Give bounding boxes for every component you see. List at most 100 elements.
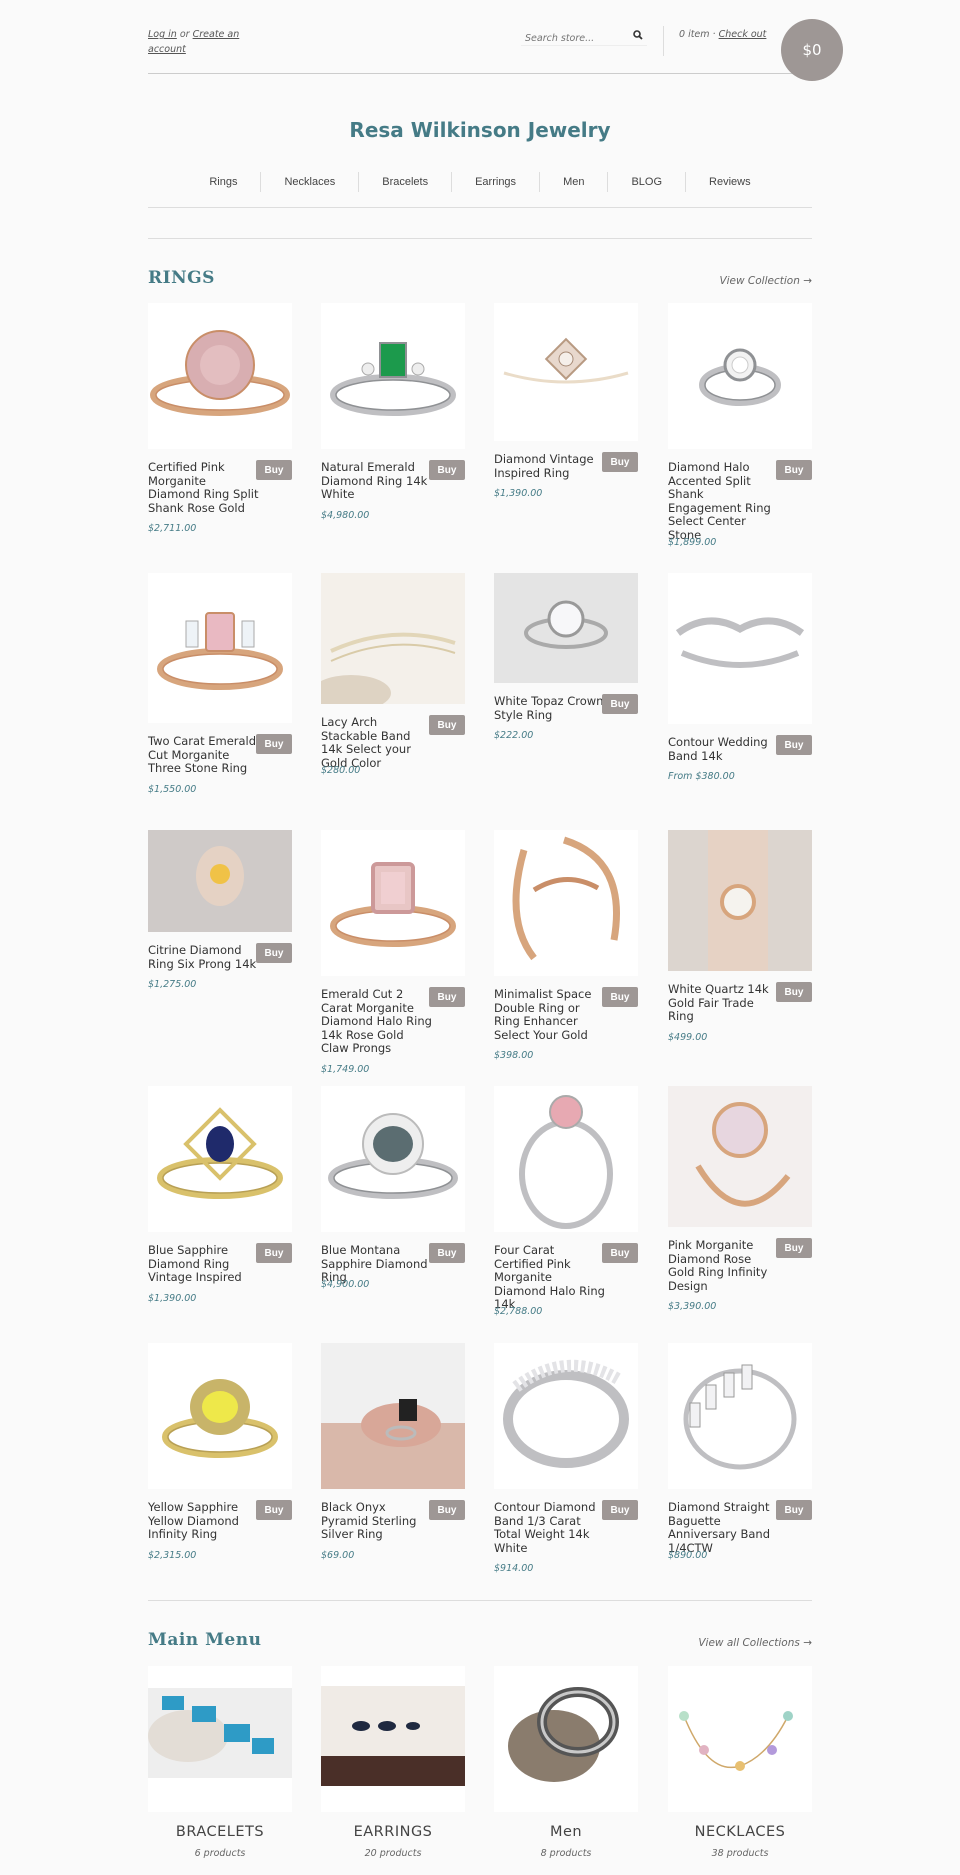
product-name[interactable]: Four Carat Certified Pink Morganite Diam…	[494, 1243, 606, 1312]
product-name[interactable]: Two Carat Emerald Cut Morganite Three St…	[148, 734, 260, 776]
product-card[interactable]: Blue Montana Sapphire Diamond Ring $4,900…	[321, 1086, 465, 1290]
nav-item-reviews[interactable]: Reviews	[686, 172, 774, 192]
product-name[interactable]: Yellow Sapphire Yellow Diamond Infinity …	[148, 1500, 260, 1542]
product-card[interactable]: Four Carat Certified Pink Morganite Diam…	[494, 1086, 638, 1317]
product-card[interactable]: Diamond Halo Accented Split Shank Engage…	[668, 303, 812, 548]
product-name[interactable]: Certified Pink Morganite Diamond Ring Sp…	[148, 460, 260, 515]
buy-button[interactable]: Buy	[776, 735, 812, 755]
product-image[interactable]	[148, 830, 292, 932]
collection-card[interactable]: BRACELETS 6 products	[148, 1666, 292, 1859]
product-image[interactable]	[148, 573, 292, 723]
collection-image[interactable]	[148, 1666, 292, 1812]
product-card[interactable]: Black Onyx Pyramid Sterling Silver Ring $…	[321, 1343, 465, 1561]
product-image[interactable]	[494, 573, 638, 683]
product-card[interactable]: Citrine Diamond Ring Six Prong 14k $1,275…	[148, 830, 292, 990]
collection-card[interactable]: NECKLACES 38 products	[668, 1666, 812, 1859]
collection-name[interactable]: BRACELETS	[148, 1824, 292, 1840]
search-icon[interactable]	[633, 30, 643, 40]
cart-total-button[interactable]: $0	[781, 19, 843, 81]
nav-item-necklaces[interactable]: Necklaces	[261, 172, 360, 192]
buy-button[interactable]: Buy	[256, 460, 292, 480]
buy-button[interactable]: Buy	[256, 943, 292, 963]
product-name[interactable]: Diamond Straight Baguette Anniversary Ba…	[668, 1500, 780, 1555]
buy-button[interactable]: Buy	[602, 987, 638, 1007]
product-card[interactable]: Diamond Straight Baguette Anniversary Ba…	[668, 1343, 812, 1561]
product-card[interactable]: Natural Emerald Diamond Ring 14k White $4…	[321, 303, 465, 521]
product-card[interactable]: Diamond Vintage Inspired Ring $1,390.00 Bu…	[494, 303, 638, 499]
product-name[interactable]: White Topaz Crown Style Ring	[494, 694, 606, 722]
product-card[interactable]: White Topaz Crown Style Ring $222.00 Buy	[494, 573, 638, 741]
buy-button[interactable]: Buy	[776, 1500, 812, 1520]
buy-button[interactable]: Buy	[776, 460, 812, 480]
nav-item-rings[interactable]: Rings	[186, 172, 262, 192]
checkout-link[interactable]: Check out	[719, 29, 767, 40]
collection-image[interactable]	[668, 1666, 812, 1812]
collection-image[interactable]	[321, 1666, 465, 1812]
product-image[interactable]	[668, 830, 812, 971]
product-card[interactable]: Yellow Sapphire Yellow Diamond Infinity …	[148, 1343, 292, 1561]
product-name[interactable]: Diamond Vintage Inspired Ring	[494, 452, 606, 480]
product-card[interactable]: Emerald Cut 2 Carat Morganite Diamond Ha…	[321, 830, 465, 1075]
product-name[interactable]: Black Onyx Pyramid Sterling Silver Ring	[321, 1500, 433, 1542]
buy-button[interactable]: Buy	[256, 734, 292, 754]
product-image[interactable]	[668, 303, 812, 449]
search-input[interactable]	[521, 29, 621, 48]
product-image[interactable]	[494, 1343, 638, 1489]
product-name[interactable]: Contour Wedding Band 14k	[668, 735, 780, 763]
product-image[interactable]	[148, 1343, 292, 1489]
buy-button[interactable]: Buy	[602, 694, 638, 714]
product-card[interactable]: Minimalist Space Double Ring or Ring Enh…	[494, 830, 638, 1061]
product-name[interactable]: Minimalist Space Double Ring or Ring Enh…	[494, 987, 606, 1042]
collection-card[interactable]: EARRINGS 20 products	[321, 1666, 465, 1859]
view-all-collections-link[interactable]: View all Collections →	[698, 1637, 812, 1649]
product-card[interactable]: Two Carat Emerald Cut Morganite Three St…	[148, 573, 292, 795]
collection-image[interactable]	[494, 1666, 638, 1812]
collection-name[interactable]: Men	[494, 1824, 638, 1840]
buy-button[interactable]: Buy	[776, 982, 812, 1002]
product-image[interactable]	[148, 1086, 292, 1232]
product-image[interactable]	[321, 1086, 465, 1232]
buy-button[interactable]: Buy	[429, 1243, 465, 1263]
product-card[interactable]: Pink Morganite Diamond Rose Gold Ring In…	[668, 1086, 812, 1312]
product-image[interactable]	[321, 303, 465, 449]
product-name[interactable]: Lacy Arch Stackable Band 14k Select your…	[321, 715, 433, 770]
buy-button[interactable]: Buy	[429, 987, 465, 1007]
product-image[interactable]	[321, 573, 465, 704]
nav-item-blog[interactable]: BLOG	[608, 172, 687, 192]
rings-section-title[interactable]: RINGS	[148, 268, 215, 288]
product-name[interactable]: Contour Diamond Band 1/3 Carat Total Wei…	[494, 1500, 606, 1555]
buy-button[interactable]: Buy	[602, 452, 638, 472]
product-name[interactable]: Citrine Diamond Ring Six Prong 14k	[148, 943, 260, 971]
buy-button[interactable]: Buy	[429, 460, 465, 480]
collection-name[interactable]: NECKLACES	[668, 1824, 812, 1840]
product-name[interactable]: Natural Emerald Diamond Ring 14k White	[321, 460, 433, 502]
buy-button[interactable]: Buy	[602, 1243, 638, 1263]
product-image[interactable]	[494, 830, 638, 976]
buy-button[interactable]: Buy	[256, 1243, 292, 1263]
product-image[interactable]	[148, 303, 292, 449]
nav-item-bracelets[interactable]: Bracelets	[359, 172, 453, 192]
product-name[interactable]: Emerald Cut 2 Carat Morganite Diamond Ha…	[321, 987, 433, 1056]
product-image[interactable]	[321, 830, 465, 976]
buy-button[interactable]: Buy	[602, 1500, 638, 1520]
buy-button[interactable]: Buy	[256, 1500, 292, 1520]
product-card[interactable]: Contour Diamond Band 1/3 Carat Total Wei…	[494, 1343, 638, 1574]
product-card[interactable]: Certified Pink Morganite Diamond Ring Sp…	[148, 303, 292, 534]
product-name[interactable]: Blue Sapphire Diamond Ring Vintage Inspi…	[148, 1243, 260, 1285]
site-title[interactable]: Resa Wilkinson Jewelry	[148, 118, 812, 142]
product-image[interactable]	[668, 1086, 812, 1227]
product-card[interactable]: Blue Sapphire Diamond Ring Vintage Inspi…	[148, 1086, 292, 1304]
product-image[interactable]	[668, 573, 812, 724]
login-link[interactable]: Log in	[148, 29, 177, 40]
product-image[interactable]	[494, 303, 638, 441]
view-collection-link[interactable]: View Collection →	[719, 275, 812, 287]
product-image[interactable]	[494, 1086, 638, 1232]
product-name[interactable]: Diamond Halo Accented Split Shank Engage…	[668, 460, 780, 542]
product-card[interactable]: Contour Wedding Band 14k From $380.00 Buy	[668, 573, 812, 782]
product-card[interactable]: White Quartz 14k Gold Fair Trade Ring $49…	[668, 830, 812, 1043]
product-image[interactable]	[321, 1343, 465, 1489]
product-name[interactable]: Pink Morganite Diamond Rose Gold Ring In…	[668, 1238, 780, 1293]
product-image[interactable]	[668, 1343, 812, 1489]
product-card[interactable]: Lacy Arch Stackable Band 14k Select your…	[321, 573, 465, 776]
nav-item-men[interactable]: Men	[540, 172, 609, 192]
